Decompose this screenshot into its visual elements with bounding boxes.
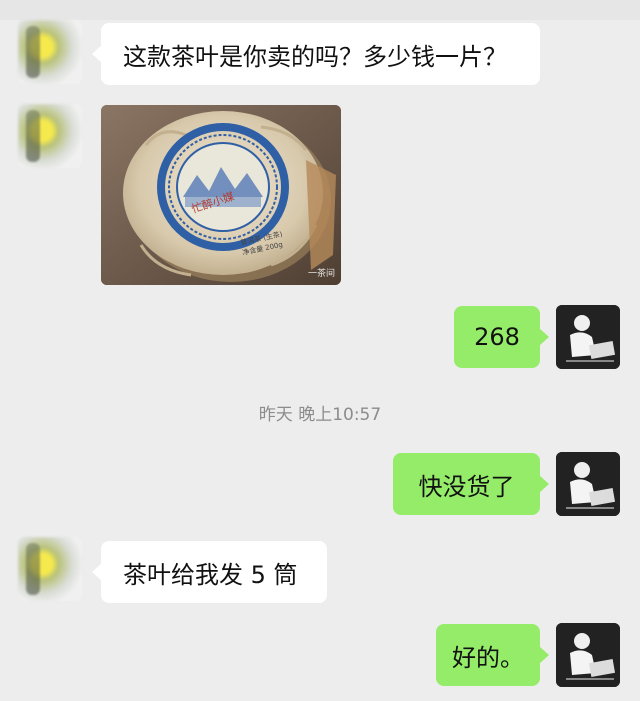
peer-avatar[interactable] [18, 104, 82, 168]
message-text: 268 [474, 323, 520, 351]
message-text: 这款茶叶是你卖的吗？多少钱一片？ [123, 42, 507, 71]
self-avatar[interactable] [556, 452, 620, 516]
photo-watermark: 一茶间 [307, 269, 335, 279]
peer-avatar[interactable] [18, 537, 82, 601]
message-bubble-incoming[interactable]: 这款茶叶是你卖的吗？多少钱一片？ [92, 23, 540, 85]
message-bubble-outgoing[interactable]: 快没货了 [393, 453, 549, 515]
message-bubble-outgoing[interactable]: 268 [454, 306, 549, 368]
chat-timestamp: 昨天 晚上10:57 [258, 405, 382, 425]
top-divider [0, 0, 640, 20]
peer-avatar[interactable] [18, 20, 82, 84]
message-text: 茶叶给我发 5 筒 [123, 560, 298, 589]
message-text: 快没货了 [418, 472, 515, 501]
self-avatar[interactable] [556, 305, 620, 369]
message-bubble-incoming[interactable]: 茶叶给我发 5 筒 [92, 541, 327, 603]
message-bubble-outgoing[interactable]: 好的。 [436, 624, 549, 686]
tea-cake-image: 忙醉小媒 普洱茶 (生茶) 净含量 200g [101, 105, 341, 285]
person-reading-icon [556, 452, 620, 516]
self-avatar[interactable] [556, 623, 620, 687]
tea-cake-photo[interactable]: 忙醉小媒 普洱茶 (生茶) 净含量 200g 一茶间 [101, 105, 341, 285]
person-reading-icon [556, 305, 620, 369]
person-reading-icon [556, 623, 620, 687]
message-text: 好的。 [452, 643, 524, 672]
